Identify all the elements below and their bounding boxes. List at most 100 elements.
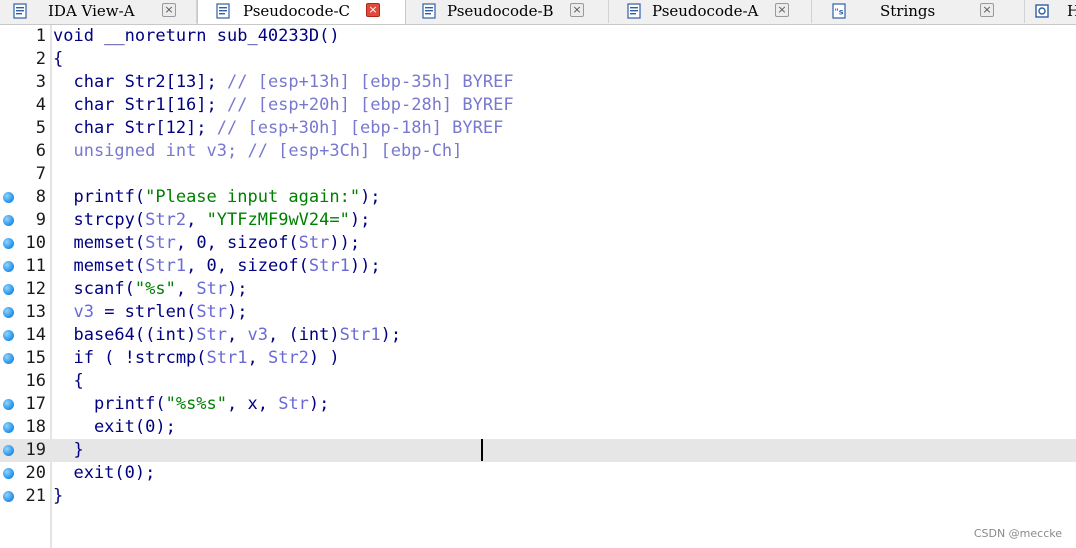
tab-close-button[interactable]: × bbox=[980, 3, 994, 17]
code-text[interactable]: printf("Please input again:"); bbox=[53, 186, 381, 209]
breakpoint-dot-icon[interactable] bbox=[3, 284, 14, 295]
code-line[interactable]: 10 memset(Str, 0, sizeof(Str)); bbox=[0, 232, 1076, 255]
breakpoint-dot-icon[interactable] bbox=[3, 445, 14, 456]
code-token: printf( bbox=[53, 394, 166, 414]
code-line[interactable]: 14 base64((int)Str, v3, (int)Str1); bbox=[0, 324, 1076, 347]
code-token: v3 bbox=[53, 302, 94, 322]
line-number: 21 bbox=[25, 486, 46, 506]
code-text[interactable]: char Str[12]; // [esp+30h] [ebp-18h] BYR… bbox=[53, 117, 503, 140]
breakpoint-dot-icon[interactable] bbox=[3, 468, 14, 479]
breakpoint-dot-icon[interactable] bbox=[3, 353, 14, 364]
code-token: Str1 bbox=[308, 256, 350, 276]
code-text[interactable]: exit(0); bbox=[53, 462, 155, 485]
code-token: Str2 bbox=[267, 348, 309, 368]
code-text[interactable]: char Str2[13]; // [esp+13h] [ebp-35h] BY… bbox=[53, 71, 514, 94]
code-token: exit(0); bbox=[53, 463, 156, 483]
code-token: // [esp+13h] [ebp-35h] BYREF bbox=[227, 72, 514, 92]
tab-label: Strings bbox=[880, 2, 936, 20]
code-text[interactable]: void __noreturn sub_40233D() bbox=[53, 25, 340, 48]
code-line[interactable]: 16 { bbox=[0, 370, 1076, 393]
breakpoint-dot-icon[interactable] bbox=[3, 215, 14, 226]
code-line[interactable]: 8 printf("Please input again:"); bbox=[0, 186, 1076, 209]
code-token: "%s%s" bbox=[165, 394, 228, 414]
breakpoint-dot-icon[interactable] bbox=[3, 422, 14, 433]
code-text[interactable]: memset(Str, 0, sizeof(Str)); bbox=[53, 232, 360, 255]
tab-pseudocode-a[interactable]: Pseudocode-A × bbox=[609, 0, 812, 23]
code-line[interactable]: 2{ bbox=[0, 48, 1076, 71]
code-text[interactable]: if ( !strcmp(Str1, Str2) ) bbox=[53, 347, 340, 370]
code-line[interactable]: 3 char Str2[13]; // [esp+13h] [ebp-35h] … bbox=[0, 71, 1076, 94]
tab-close-button[interactable]: × bbox=[366, 3, 380, 17]
line-number: 2 bbox=[35, 49, 46, 69]
code-text[interactable]: } bbox=[53, 439, 83, 462]
code-line[interactable]: 7 bbox=[0, 163, 1076, 186]
pseudocode-editor[interactable]: 1 void __noreturn sub_40233D() 2{3 char St… bbox=[0, 25, 1076, 548]
code-text[interactable]: strcpy(Str2, "YTFzMF9wV24="); bbox=[53, 209, 370, 232]
tab-pseudocode-b[interactable]: Pseudocode-B × bbox=[406, 0, 609, 23]
code-line[interactable]: 17 printf("%s%s", x, Str); bbox=[0, 393, 1076, 416]
code-text[interactable]: { bbox=[53, 48, 63, 71]
code-token: Str1 bbox=[206, 348, 248, 368]
breakpoint-dot-icon[interactable] bbox=[3, 238, 14, 249]
code-token: unsigned int v3; // [esp+3Ch] [ebp-Ch] bbox=[53, 141, 463, 161]
tab-close-button[interactable]: × bbox=[162, 3, 176, 17]
tab-pseudocode-c[interactable]: Pseudocode-C × bbox=[197, 0, 406, 24]
tab-ida-view-a[interactable]: IDA View-A × bbox=[0, 0, 197, 23]
breakpoint-dot-icon[interactable] bbox=[3, 261, 14, 272]
line-number: 16 bbox=[25, 371, 46, 391]
code-line[interactable]: 12 scanf("%s", Str); bbox=[0, 278, 1076, 301]
breakpoint-dot-icon[interactable] bbox=[3, 491, 14, 502]
code-text[interactable]: { bbox=[53, 370, 83, 393]
breakpoint-dot-icon[interactable] bbox=[3, 307, 14, 318]
tab-label: Pseudocode-A bbox=[652, 2, 759, 20]
code-token: , (int) bbox=[267, 325, 340, 345]
code-line[interactable]: 1 void __noreturn sub_40233D() bbox=[0, 25, 1076, 48]
code-token: "YTFzMF9wV24=" bbox=[206, 210, 350, 230]
tab-label: H bbox=[1067, 2, 1076, 20]
code-line[interactable]: 5 char Str[12]; // [esp+30h] [ebp-18h] B… bbox=[0, 117, 1076, 140]
code-token: "%s" bbox=[134, 279, 176, 299]
breakpoint-dot-icon[interactable] bbox=[3, 399, 14, 410]
tab-close-button[interactable]: × bbox=[775, 3, 789, 17]
tab-close-button[interactable]: × bbox=[570, 3, 584, 17]
code-token: , 0, sizeof( bbox=[186, 256, 309, 276]
code-text[interactable]: scanf("%s", Str); bbox=[53, 278, 248, 301]
breakpoint-dot-icon[interactable] bbox=[3, 192, 14, 203]
code-line[interactable]: 4 char Str1[16]; // [esp+20h] [ebp-28h] … bbox=[0, 94, 1076, 117]
line-number: 18 bbox=[25, 417, 46, 437]
code-token: )); bbox=[349, 256, 381, 276]
code-text[interactable]: unsigned int v3; // [esp+3Ch] [ebp-Ch] bbox=[53, 140, 462, 163]
code-token: , bbox=[175, 279, 197, 299]
tab-label: IDA View-A bbox=[48, 2, 135, 20]
tab-label: Pseudocode-C bbox=[243, 2, 351, 20]
code-line[interactable]: 9 strcpy(Str2, "YTFzMF9wV24="); bbox=[0, 209, 1076, 232]
code-line[interactable]: 15 if ( !strcmp(Str1, Str2) ) bbox=[0, 347, 1076, 370]
breakpoint-dot-icon[interactable] bbox=[3, 330, 14, 341]
code-token: ); bbox=[227, 279, 248, 299]
line-number: 14 bbox=[25, 325, 46, 345]
tab-strings[interactable]: "s Strings × bbox=[812, 0, 1025, 23]
code-line[interactable]: 19 } bbox=[0, 439, 1076, 462]
svg-text:"s: "s bbox=[835, 8, 844, 17]
code-token: exit(0); bbox=[53, 417, 176, 437]
code-line[interactable]: 11 memset(Str1, 0, sizeof(Str1)); bbox=[0, 255, 1076, 278]
code-text[interactable]: memset(Str1, 0, sizeof(Str1)); bbox=[53, 255, 381, 278]
code-line[interactable]: 13 v3 = strlen(Str); bbox=[0, 301, 1076, 324]
code-text[interactable]: char Str1[16]; // [esp+20h] [ebp-28h] BY… bbox=[53, 94, 513, 117]
code-token: ) ) bbox=[308, 348, 340, 368]
code-text[interactable]: exit(0); bbox=[53, 416, 176, 439]
code-line[interactable]: 18 exit(0); bbox=[0, 416, 1076, 439]
code-text[interactable]: base64((int)Str, v3, (int)Str1); bbox=[53, 324, 401, 347]
hex-view-icon bbox=[1035, 4, 1049, 18]
code-line[interactable]: 6 unsigned int v3; // [esp+3Ch] [ebp-Ch] bbox=[0, 140, 1076, 163]
line-number: 12 bbox=[25, 279, 46, 299]
code-text[interactable]: } bbox=[53, 485, 63, 508]
code-line[interactable]: 21} bbox=[0, 485, 1076, 508]
code-line[interactable]: 20 exit(0); bbox=[0, 462, 1076, 485]
code-token: ); bbox=[360, 187, 381, 207]
line-number: 6 bbox=[35, 141, 46, 161]
code-token: Str bbox=[145, 233, 176, 253]
code-text[interactable]: v3 = strlen(Str); bbox=[53, 301, 247, 324]
code-text[interactable]: printf("%s%s", x, Str); bbox=[53, 393, 329, 416]
tab-hex-view[interactable]: H bbox=[1025, 0, 1076, 23]
